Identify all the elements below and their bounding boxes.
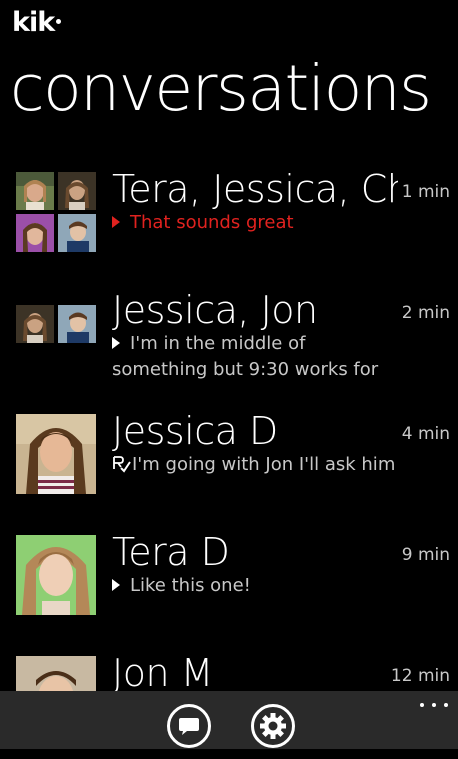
settings-button[interactable]	[251, 704, 295, 748]
conversation-name: Jessica, Jon	[112, 288, 318, 332]
group-avatar	[16, 293, 96, 373]
settings-gear-icon	[260, 713, 286, 739]
conversation-time: 9 min	[401, 545, 450, 565]
conversation-item[interactable]: Jessica D 4 min I'm going with Jon I'll …	[0, 402, 458, 517]
new-chat-button[interactable]	[167, 704, 211, 748]
ellipsis-icon[interactable]	[420, 701, 448, 711]
conversation-time: 12 min	[390, 666, 450, 686]
avatar	[58, 305, 96, 343]
app-bar	[0, 691, 458, 749]
page-title: conversations	[10, 52, 432, 125]
avatar	[58, 172, 96, 210]
new-chat-icon	[179, 718, 199, 735]
avatar	[16, 172, 54, 210]
avatar	[58, 214, 96, 252]
message-preview: I'm going with Jon I'll ask him	[112, 452, 412, 478]
play-icon	[112, 337, 120, 349]
conversation-item[interactable]: Tera D 9 min Like this one!	[0, 523, 458, 638]
conversation-time: 2 min	[401, 303, 450, 323]
conversation-name: Tera, Jessica, Chl	[112, 167, 398, 211]
group-avatar	[16, 172, 96, 252]
avatar	[16, 414, 96, 494]
avatar-photo	[16, 414, 96, 494]
message-preview: I'm in the middle of something but 9:30 …	[112, 333, 379, 380]
avatar	[16, 305, 54, 343]
conversation-item[interactable]: Jessica, Jon 2 min I'm in the middle of …	[0, 281, 458, 396]
message-preview: Like this one!	[112, 573, 412, 599]
avatar	[16, 535, 96, 615]
play-icon	[112, 216, 120, 228]
avatar-photo	[16, 535, 96, 615]
kik-logo: kik	[12, 6, 62, 40]
conversation-time: 1 min	[401, 182, 450, 202]
conversation-name: Jessica D	[112, 409, 278, 453]
conversation-time: 4 min	[401, 424, 450, 444]
play-icon	[112, 579, 120, 591]
message-preview: That sounds great	[112, 210, 412, 236]
conversation-name: Tera D	[112, 530, 230, 574]
avatar	[16, 214, 54, 252]
conversation-name: Jon M	[112, 651, 213, 695]
read-receipt-icon	[113, 456, 131, 473]
conversation-item[interactable]: Tera, Jessica, Chl 1 min That sounds gre…	[0, 160, 458, 275]
